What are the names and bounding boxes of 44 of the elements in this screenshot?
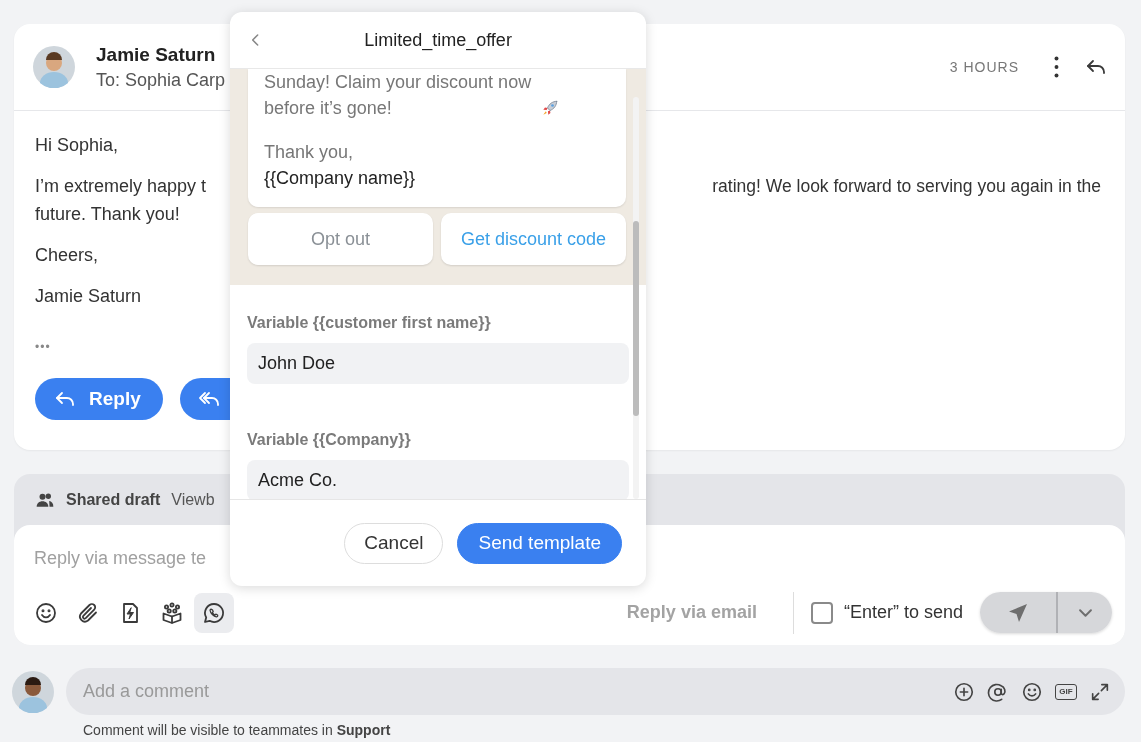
body-text: Cheers, (35, 244, 99, 267)
quick-reply-button[interactable]: Opt out (248, 213, 433, 265)
paperclip-icon (76, 600, 100, 625)
checkbox[interactable] (810, 601, 833, 624)
box-icon (160, 600, 184, 625)
kebab-icon (1053, 56, 1059, 78)
quick-reply-button[interactable]: Get discount code (441, 213, 626, 265)
rocket-icon (540, 98, 560, 118)
comment-field[interactable]: Add a comment GIF (66, 668, 1125, 715)
sender-name: Jamie Saturn (96, 43, 216, 66)
variable-label: Variable {{customer first name}} (247, 313, 492, 333)
variable-field[interactable]: John Doe (247, 343, 629, 384)
plus-icon (953, 680, 975, 703)
chevron-down-icon (1078, 608, 1092, 617)
whatsapp-button[interactable] (194, 592, 234, 633)
smiley-icon (34, 600, 58, 625)
checkbox-label: “Enter” to send (843, 602, 963, 623)
reply-button[interactable]: Reply (35, 378, 163, 420)
body-text: future. Thank you! (35, 203, 180, 226)
avatar (33, 46, 75, 88)
viewers-text: Viewb (171, 490, 215, 509)
variable-field[interactable]: Acme Co. (247, 460, 629, 499)
body-text: Hi Sophia, (35, 134, 119, 157)
visibility-note: Comment will be visible to teammates in Support (83, 722, 392, 738)
body-text: I’m extremely happy t (35, 175, 207, 198)
popup-title: Limited_time_offer (364, 29, 512, 51)
draft-title: Shared draft (66, 490, 161, 509)
chat-phone-icon (202, 600, 226, 625)
message-text: Sunday! Claim your discount now before it’s gone! (264, 71, 533, 120)
smiley-icon (1021, 680, 1043, 703)
body-text: Jamie Saturn (35, 285, 142, 308)
avatar (12, 670, 54, 713)
reply-via-email-link[interactable]: Reply via email (626, 602, 757, 623)
recipient-line: To: Sophia Carp (96, 69, 226, 91)
body-text: rating! We look forward to serving you again in the (712, 175, 1101, 198)
gif-button[interactable]: GIF (1055, 683, 1077, 700)
timestamp: 3 HOURS (949, 59, 1019, 75)
collapsed-quote-dots[interactable]: ••• (35, 340, 57, 354)
signature-text: {{Company name}} (264, 167, 417, 190)
variable-label: Variable {{Company}} (247, 430, 412, 450)
cancel-button[interactable]: Cancel (344, 522, 444, 564)
scrollbar[interactable] (633, 97, 639, 499)
send-template-button[interactable]: Send template (457, 522, 622, 564)
sign-off-text: Thank you, (264, 141, 355, 164)
